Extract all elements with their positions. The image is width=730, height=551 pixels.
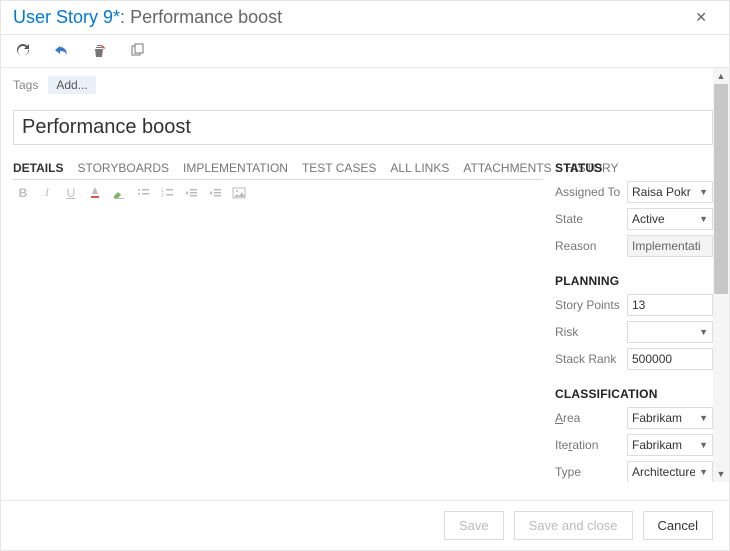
cancel-button[interactable]: Cancel (643, 511, 713, 540)
close-icon[interactable]: ✕ (689, 7, 713, 28)
italic-icon[interactable]: I (39, 185, 55, 200)
state-label: State (555, 212, 623, 226)
work-item-name: : Performance boost (120, 7, 282, 27)
chevron-down-icon: ▼ (699, 187, 708, 197)
risk-label: Risk (555, 325, 623, 339)
chevron-down-icon: ▼ (699, 467, 708, 477)
chevron-down-icon: ▼ (699, 440, 708, 450)
tab-attachments[interactable]: ATTACHMENTS (463, 161, 551, 175)
dialog-title: User Story 9*: Performance boost (13, 7, 282, 28)
area-label: Area (555, 411, 623, 425)
scrollbar[interactable]: ▲ ▼ (713, 68, 729, 482)
tab-bar: DETAILS STORYBOARDS IMPLEMENTATION TEST … (13, 157, 543, 180)
story-points-field[interactable]: 13 (627, 294, 713, 316)
risk-field[interactable]: ▼ (627, 321, 713, 343)
area-field[interactable]: Fabrikam▼ (627, 407, 713, 429)
stack-rank-label: Stack Rank (555, 352, 623, 366)
tab-testcases[interactable]: TEST CASES (302, 161, 376, 175)
toolbar (1, 35, 729, 67)
tab-storyboards[interactable]: STORYBOARDS (77, 161, 169, 175)
footer: Save Save and close Cancel (1, 500, 729, 550)
tab-details[interactable]: DETAILS (13, 161, 63, 175)
number-list-icon[interactable]: 12 (159, 186, 175, 200)
indent-icon[interactable] (207, 186, 223, 200)
bold-icon[interactable]: B (15, 186, 31, 200)
planning-heading: PLANNING (555, 270, 713, 294)
scroll-up-icon[interactable]: ▲ (713, 68, 729, 84)
stack-rank-field[interactable]: 500000 (627, 348, 713, 370)
iteration-field[interactable]: Fabrikam▼ (627, 434, 713, 456)
work-item-id: User Story 9* (13, 7, 120, 27)
image-icon[interactable] (231, 186, 247, 200)
chevron-down-icon: ▼ (699, 214, 708, 224)
description-editor[interactable] (13, 205, 543, 435)
tab-implementation[interactable]: IMPLEMENTATION (183, 161, 288, 175)
reason-label: Reason (555, 239, 623, 253)
type-field[interactable]: Architecture▼ (627, 461, 713, 482)
details-panel: STATUS Assigned To Raisa Pokr▼ State Act… (555, 157, 713, 482)
scroll-thumb[interactable] (714, 84, 728, 294)
delete-icon[interactable] (91, 43, 107, 59)
chevron-down-icon: ▼ (699, 327, 708, 337)
tags-label: Tags (13, 78, 38, 92)
state-field[interactable]: Active▼ (627, 208, 713, 230)
save-button[interactable]: Save (444, 511, 504, 540)
type-label: Type (555, 465, 623, 479)
scroll-down-icon[interactable]: ▼ (713, 466, 729, 482)
chevron-down-icon: ▼ (699, 413, 708, 423)
assigned-to-label: Assigned To (555, 185, 623, 199)
classification-heading: CLASSIFICATION (555, 383, 713, 407)
content-area: Tags Add... DETAILS STORYBOARDS IMPLEMEN… (1, 68, 729, 482)
add-tag-button[interactable]: Add... (48, 76, 95, 94)
bullet-list-icon[interactable] (135, 186, 151, 200)
undo-icon[interactable] (53, 43, 69, 59)
highlight-icon[interactable] (111, 186, 127, 200)
iteration-label: Iteration (555, 438, 623, 452)
reason-field: Implementati (627, 235, 713, 257)
tags-row: Tags Add... (13, 76, 713, 94)
status-heading: STATUS (555, 157, 713, 181)
editor-toolbar: B I U 12 (13, 180, 543, 205)
font-color-icon[interactable] (87, 186, 103, 200)
story-points-label: Story Points (555, 298, 623, 312)
copy-icon[interactable] (129, 43, 145, 59)
assigned-to-field[interactable]: Raisa Pokr▼ (627, 181, 713, 203)
save-and-close-button[interactable]: Save and close (514, 511, 633, 540)
refresh-icon[interactable] (15, 43, 31, 59)
tab-alllinks[interactable]: ALL LINKS (390, 161, 449, 175)
svg-text:2: 2 (161, 193, 164, 199)
title-input[interactable] (13, 110, 713, 145)
outdent-icon[interactable] (183, 186, 199, 200)
underline-icon[interactable]: U (63, 186, 79, 200)
dialog-header: User Story 9*: Performance boost ✕ (1, 1, 729, 34)
